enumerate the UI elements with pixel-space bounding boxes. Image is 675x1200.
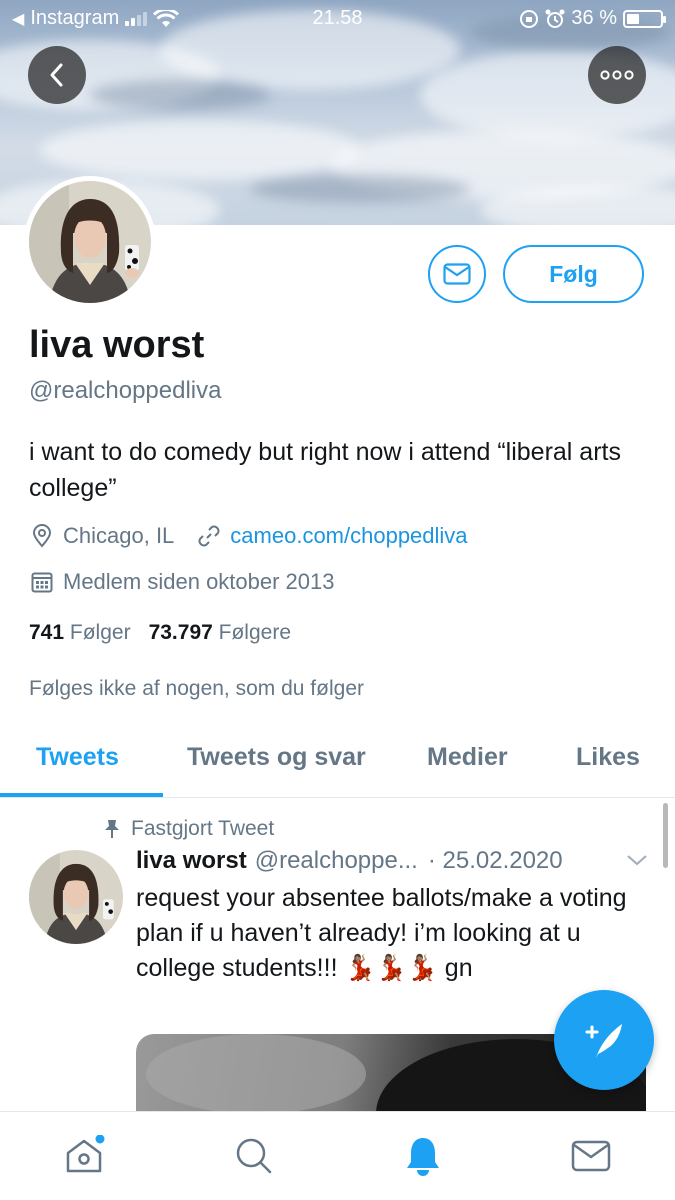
nav-notifications[interactable] bbox=[401, 1134, 445, 1178]
tab-likes[interactable]: Likes bbox=[576, 743, 640, 772]
tweet-date: · 25.02.2020 bbox=[427, 847, 563, 874]
following-stat[interactable]: 741 Følger bbox=[29, 621, 131, 645]
pinned-tweet-label: Fastgjort Tweet bbox=[131, 817, 275, 840]
nav-messages[interactable] bbox=[569, 1134, 613, 1178]
profile-bio: i want to do comedy but right now i atte… bbox=[29, 438, 621, 502]
pinned-label-row: Fastgjort Tweet bbox=[103, 817, 274, 841]
profile-avatar[interactable] bbox=[24, 176, 156, 308]
chevron-down-icon bbox=[627, 855, 647, 866]
tweet-avatar[interactable] bbox=[29, 850, 123, 944]
bottom-nav bbox=[0, 1111, 675, 1200]
calendar-icon bbox=[29, 569, 55, 595]
home-icon bbox=[66, 1135, 105, 1173]
tweet-menu-button[interactable] bbox=[626, 853, 648, 872]
profile-name: liva worst bbox=[29, 324, 205, 366]
active-tab-indicator bbox=[0, 793, 163, 797]
bell-icon bbox=[407, 1138, 439, 1176]
link-icon bbox=[196, 523, 222, 549]
pin-icon bbox=[105, 820, 119, 838]
tab-tweets-and-replies[interactable]: Tweets og svar bbox=[187, 743, 366, 772]
message-button[interactable] bbox=[428, 245, 486, 303]
more-icon bbox=[600, 70, 634, 80]
orientation-lock-icon bbox=[520, 9, 539, 28]
envelope-icon bbox=[571, 1140, 611, 1172]
location-pin-icon bbox=[29, 523, 55, 549]
alarm-icon bbox=[545, 9, 565, 28]
nav-search[interactable] bbox=[232, 1134, 276, 1178]
envelope-icon bbox=[443, 263, 471, 285]
search-icon bbox=[236, 1138, 272, 1174]
tab-media[interactable]: Medier bbox=[427, 743, 508, 772]
following-count: 741 bbox=[29, 621, 65, 644]
status-bar: ◀ Instagram 21.58 36 % bbox=[0, 0, 675, 38]
followed-by-text: Følges ikke af nogen, som du følger bbox=[29, 677, 364, 700]
tweet-author-name[interactable]: liva worst bbox=[136, 847, 247, 875]
followers-count: 73.797 bbox=[148, 621, 213, 644]
profile-joined-row: Medlem siden oktober 2013 bbox=[29, 569, 335, 595]
compose-tweet-button[interactable] bbox=[554, 990, 654, 1090]
follow-button[interactable]: Følg bbox=[503, 245, 644, 303]
tweet-author-handle[interactable]: @realchoppe... bbox=[255, 847, 418, 875]
chevron-left-icon bbox=[50, 63, 63, 87]
profile-website-link[interactable]: cameo.com/choppedliva bbox=[230, 523, 467, 549]
profile-meta-row: Chicago, IL cameo.com/choppedliva bbox=[29, 523, 468, 549]
more-options-button[interactable] bbox=[588, 46, 646, 104]
back-button[interactable] bbox=[28, 46, 86, 104]
nav-home[interactable] bbox=[62, 1134, 106, 1178]
battery-icon bbox=[623, 9, 666, 28]
followers-label: Følgere bbox=[218, 621, 292, 644]
profile-location: Chicago, IL bbox=[63, 523, 175, 548]
profile-handle: @realchoppedliva bbox=[29, 377, 222, 404]
battery-percent: 36 % bbox=[571, 7, 617, 29]
tweet-header: liva worst @realchoppe... · 25.02.2020 bbox=[136, 847, 563, 875]
compose-tweet-icon bbox=[585, 1024, 622, 1058]
followers-stat[interactable]: 73.797 Følgere bbox=[149, 621, 291, 645]
follow-counts: 741 Følger 73.797 Følgere bbox=[29, 621, 291, 645]
following-label: Følger bbox=[69, 621, 131, 644]
profile-tabs: Tweets Tweets og svar Medier Likes bbox=[0, 725, 675, 798]
profile-joined-date: Medlem siden oktober 2013 bbox=[63, 569, 335, 594]
tweet-text: request your absentee ballots/make a vot… bbox=[136, 884, 627, 982]
scrollbar[interactable] bbox=[663, 803, 668, 868]
tab-tweets[interactable]: Tweets bbox=[36, 743, 119, 772]
